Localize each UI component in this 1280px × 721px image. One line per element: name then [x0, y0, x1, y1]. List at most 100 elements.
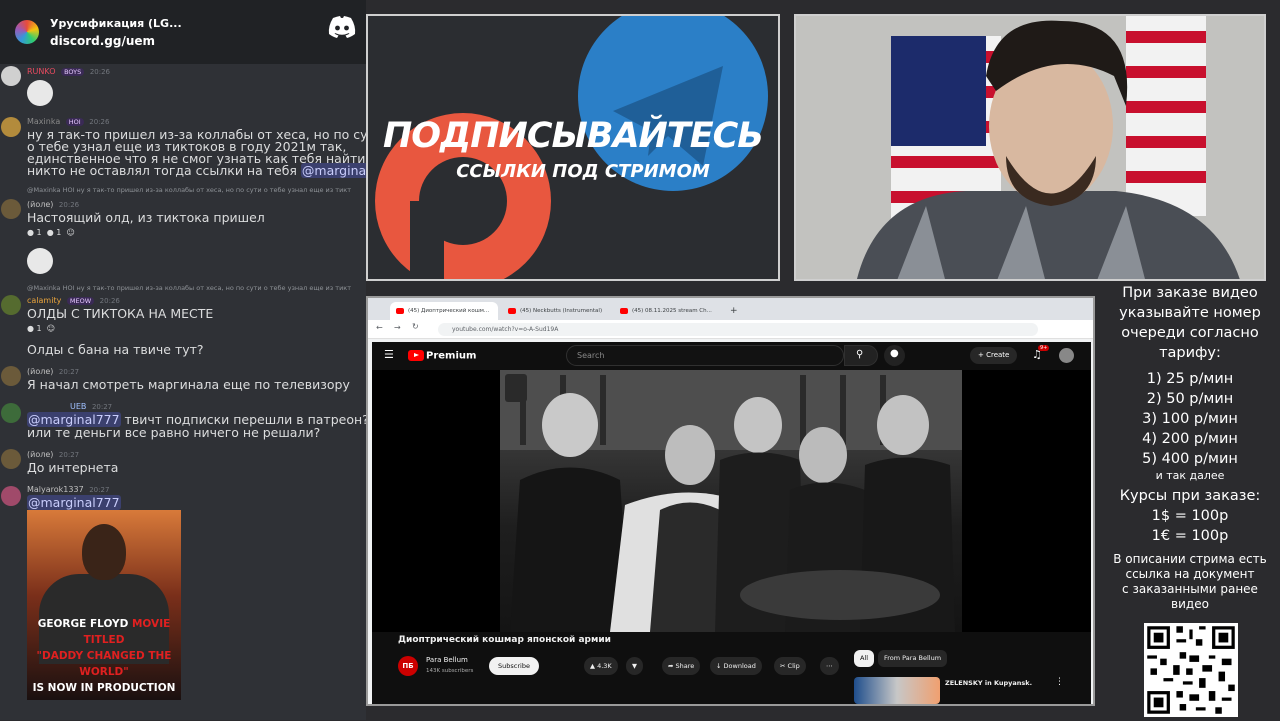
recommended-title[interactable]: ZELENSKY in Kupyansk. [945, 679, 1032, 687]
author-name[interactable]: Malyarok1337 [27, 485, 84, 494]
filter-chip-channel[interactable]: From Para Bellum [878, 650, 948, 667]
author-name[interactable]: (йоле) [27, 367, 53, 376]
clip-button[interactable]: ✂ Clip [774, 657, 806, 675]
url-input[interactable]: youtube.com/watch?v=o-A-Sud19A [438, 323, 1038, 336]
message-text: Я начал смотреть маргинала еще по телеви… [27, 377, 350, 392]
avatar[interactable] [1, 403, 21, 423]
pricing-heading-line: очереди согласно [1121, 325, 1259, 341]
add-reaction-icon[interactable]: ☺ [47, 324, 55, 333]
pricing-heading: При заказе видео указывайте номер очеред… [1100, 283, 1280, 363]
message-meta: Maxinka HOI 20:26 [27, 117, 109, 126]
download-icon: ↓ [716, 662, 722, 670]
video-frame [500, 370, 962, 632]
message-text: никто не оставлял тогда ссылки на тебя @… [27, 163, 366, 178]
message-meta: Malyarok1337 20:27 [27, 485, 109, 494]
subscriber-count: 143K subscribers [426, 668, 474, 674]
description-note: В описании стрима есть ссылка на докумен… [1100, 552, 1280, 612]
more-actions-button[interactable]: ⋯ [820, 657, 839, 675]
video-player[interactable] [372, 370, 1091, 632]
mention[interactable]: @marginal777 [300, 163, 366, 178]
note-line: с заказанными ранее [1122, 582, 1258, 596]
author-name[interactable]: Maxinka [27, 117, 60, 126]
avatar[interactable] [1, 449, 21, 469]
reply-preview[interactable]: @Maxinka HOI ну я так-то пришел из-за ко… [27, 284, 351, 292]
mic-button[interactable]: ● [884, 345, 905, 366]
message-meta: RUNKO BOYS 20:26 [27, 67, 110, 76]
price-etc: и так далее [1155, 469, 1225, 482]
like-button[interactable]: ▲ 4.3K [584, 657, 618, 675]
archival-photo [500, 370, 962, 632]
browser-tab[interactable]: (45) 08.11.2025 stream Ch... [614, 302, 722, 320]
youtube-page: ☰ Premium Search ⚲ ● + Create ♫ 9+ Диопт… [372, 342, 1091, 704]
reactions[interactable]: ● 1 ☺ [27, 324, 55, 333]
server-icon [12, 17, 42, 47]
author-name[interactable]: UEB [70, 402, 86, 411]
author-name[interactable]: RUNKO [27, 67, 56, 76]
meme-caption: GEORGE FLOYD MOVIE TITLED "DADDY CHANGED… [32, 618, 176, 694]
filter-chip-all[interactable]: All [854, 650, 875, 667]
timestamp: 20:26 [99, 297, 120, 305]
message-meta: (йоле) 20:27 [27, 450, 79, 459]
avatar[interactable] [1, 486, 21, 506]
meme-figure-head [82, 524, 126, 580]
download-button[interactable]: ↓ Download [710, 657, 762, 675]
aircraft-model [740, 570, 940, 620]
search-button[interactable]: ⚲ [844, 345, 878, 366]
dislike-button[interactable]: ▼ [626, 657, 643, 675]
subscribe-banner: ПОДПИСЫВАЙТЕСЬ ССЫЛКИ ПОД СТРИМОМ [366, 14, 780, 281]
author-name[interactable]: (йоле) [27, 450, 53, 459]
search-input[interactable]: Search [566, 345, 844, 366]
browser-tab[interactable]: (45) Neckbutts (Instrumental) [502, 302, 610, 320]
server-header[interactable]: Урусификация (LG... discord.gg/uem [0, 0, 366, 64]
scissors-icon: ✂ [780, 662, 786, 670]
reload-icon[interactable]: ↻ [412, 322, 419, 331]
exchange-rates: Курсы при заказе: 1$ = 100р 1€ = 100р [1100, 486, 1280, 546]
more-vertical-icon[interactable]: ⋮ [1055, 677, 1064, 687]
author-name[interactable]: calamity [27, 296, 61, 305]
message-text: @marginal777 [27, 495, 121, 510]
meme-image[interactable]: GEORGE FLOYD MOVIE TITLED "DADDY CHANGED… [27, 510, 181, 700]
youtube-logo[interactable]: Premium [408, 350, 476, 362]
avatar[interactable] [1, 66, 21, 86]
qr-code [1144, 623, 1238, 717]
avatar[interactable] [1, 295, 21, 315]
mention[interactable]: @marginal777 [27, 495, 121, 510]
reply-preview[interactable]: @Maxinka HOI ну я так-то пришел из-за ко… [27, 186, 351, 194]
new-tab-button[interactable]: + [726, 302, 742, 320]
price-tier: 5) 400 р/мин [1142, 451, 1238, 467]
account-avatar[interactable] [1059, 348, 1074, 363]
avatar[interactable] [1, 366, 21, 386]
pricing-tiers: 1) 25 р/мин 2) 50 р/мин 3) 100 р/мин 4) … [1100, 369, 1280, 482]
author-name[interactable]: (йоле) [27, 200, 53, 209]
youtube-play-icon [408, 350, 424, 361]
price-tier: 1) 25 р/мин [1146, 371, 1234, 387]
role-badge: BOYS [61, 68, 85, 76]
reaction-icon: ● [27, 324, 34, 333]
channel-name[interactable]: Para Bellum [426, 656, 468, 664]
video-title: Диоптрический кошмар японской армии [398, 635, 611, 645]
browser-tab[interactable]: (45) Диоптрический кошм... [390, 302, 498, 320]
message-meta: (йоле) 20:26 [27, 200, 79, 209]
message-text: Настоящий олд, из тиктока пришел [27, 210, 265, 225]
avatar[interactable] [1, 199, 21, 219]
reactions[interactable]: ● 1 ● 1 ☺ [27, 228, 75, 237]
banner-subtitle: ССЫЛКИ ПОД СТРИМОМ [456, 161, 710, 182]
menu-icon[interactable]: ☰ [384, 348, 394, 361]
banner-title: ПОДПИСЫВАЙТЕСЬ [383, 116, 764, 156]
forward-icon[interactable]: → [394, 323, 401, 332]
channel-avatar[interactable]: ПБ [398, 656, 418, 676]
note-line: видео [1171, 597, 1209, 611]
subscribe-button[interactable]: Subscribe [489, 657, 539, 675]
youtube-favicon-icon [508, 308, 516, 314]
message-text: ОЛДЫ С ТИКТОКА НА МЕСТЕ [27, 306, 214, 321]
avatar[interactable] [1, 117, 21, 137]
add-reaction-icon[interactable]: ☺ [66, 228, 74, 237]
emoji-sticker [27, 80, 53, 106]
pricing-heading-line: При заказе видео [1122, 285, 1258, 301]
recommended-thumbnail[interactable] [854, 677, 940, 704]
notification-count: 9+ [1038, 345, 1050, 351]
create-button[interactable]: + Create [970, 347, 1018, 364]
back-icon[interactable]: ← [376, 323, 383, 332]
note-line: ссылка на документ [1125, 567, 1255, 581]
share-button[interactable]: ➦ Share [662, 657, 701, 675]
